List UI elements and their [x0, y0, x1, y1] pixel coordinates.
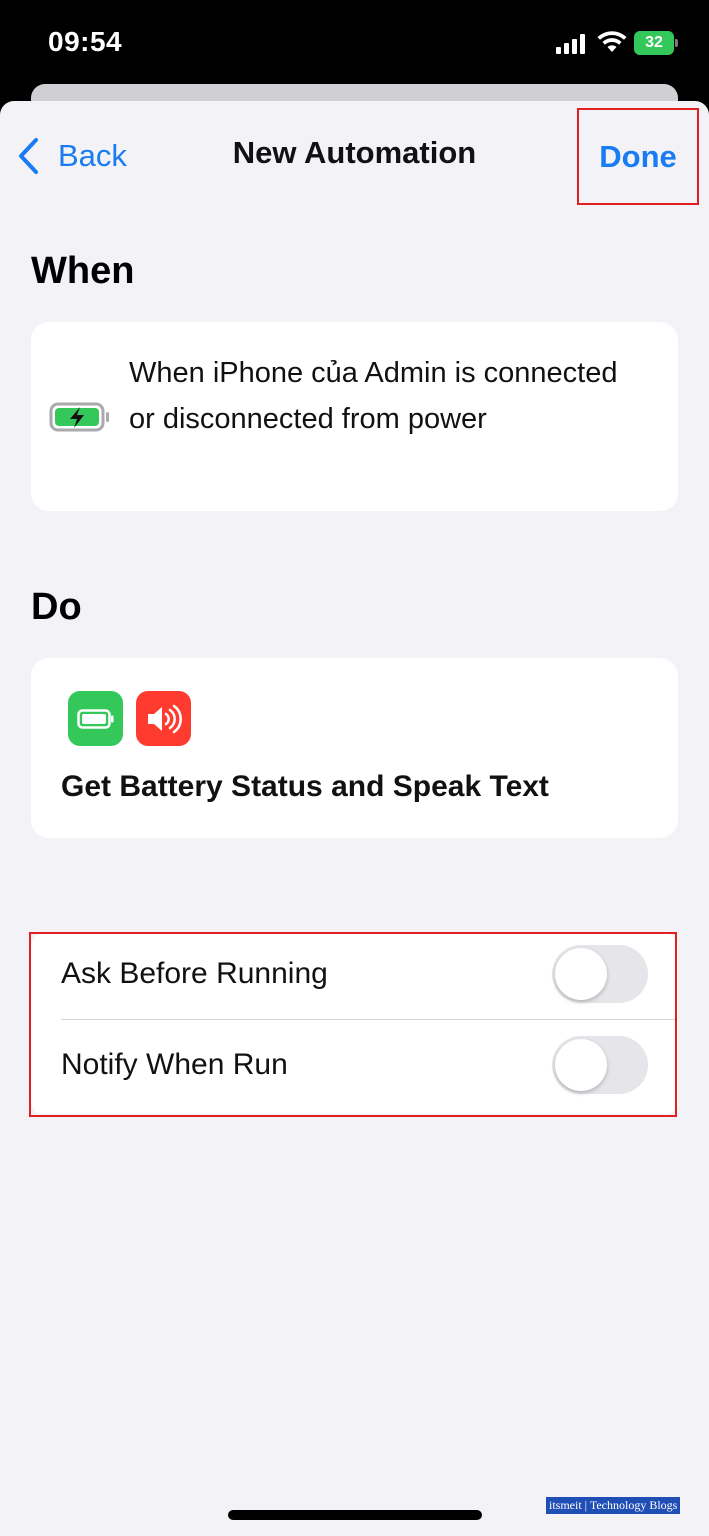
ask-before-running-label: Ask Before Running — [61, 957, 328, 990]
wifi-icon — [597, 31, 627, 52]
battery-app-icon — [68, 691, 123, 746]
watermark: itsmeit | Technology Blogs — [546, 1497, 681, 1514]
status-time: 09:54 — [48, 26, 123, 57]
trigger-card[interactable]: When iPhone của Admin is connected or di… — [31, 322, 678, 511]
do-heading: Do — [31, 586, 82, 628]
ask-before-running-row[interactable]: Ask Before Running — [31, 934, 678, 1024]
action-card[interactable]: Get Battery Status and Speak Text — [31, 658, 678, 838]
when-heading: When — [31, 250, 135, 292]
speaker-app-icon — [136, 691, 191, 746]
home-indicator[interactable] — [228, 1510, 482, 1520]
cellular-signal-icon — [556, 34, 585, 54]
notify-when-run-row[interactable]: Notify When Run — [31, 1025, 678, 1115]
status-bar: 09:54 32 — [0, 0, 709, 90]
options-card: Ask Before Running Notify When Run — [31, 934, 678, 1114]
battery-status-icon: 32 — [634, 31, 680, 55]
notify-when-run-toggle[interactable] — [552, 1036, 648, 1094]
row-divider — [61, 1019, 678, 1020]
battery-charging-icon — [49, 402, 109, 432]
trigger-description: When iPhone của Admin is connected or di… — [129, 357, 618, 435]
ask-before-running-toggle[interactable] — [552, 945, 648, 1003]
battery-level: 32 — [634, 31, 674, 55]
done-button[interactable]: Done — [577, 108, 699, 205]
action-title: Get Battery Status and Speak Text — [61, 770, 549, 803]
notify-when-run-label: Notify When Run — [61, 1048, 288, 1081]
